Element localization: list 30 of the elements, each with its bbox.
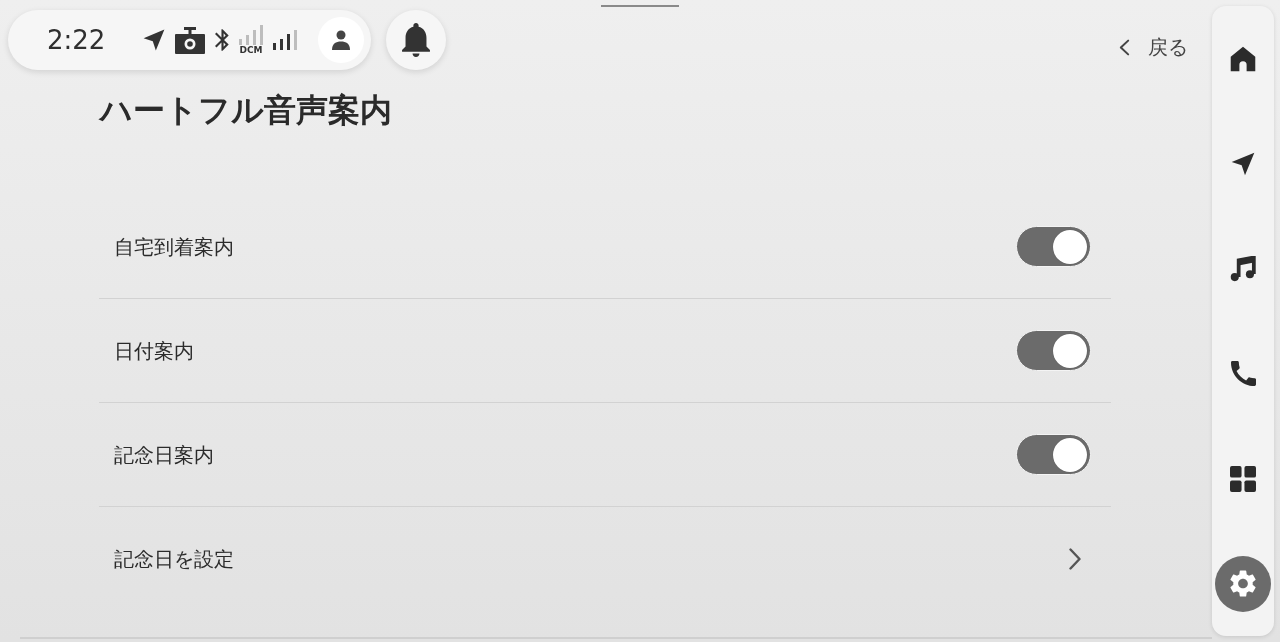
chevron-left-icon xyxy=(1119,38,1130,56)
setting-label: 日付案内 xyxy=(114,337,194,365)
setting-label: 記念日案内 xyxy=(114,441,214,469)
bell-icon xyxy=(402,23,430,57)
chevron-right-icon xyxy=(1069,548,1081,570)
location-arrow-icon xyxy=(143,29,165,51)
setting-label: 自宅到着案内 xyxy=(114,233,234,261)
signal-bars-icon xyxy=(273,30,297,50)
bluetooth-icon xyxy=(215,29,229,51)
navigation-arrow-icon xyxy=(1231,151,1255,176)
network-label: DCM xyxy=(239,45,263,55)
home-icon xyxy=(1230,45,1256,72)
profile-button[interactable] xyxy=(318,17,364,63)
notification-button[interactable] xyxy=(386,10,446,70)
person-icon xyxy=(331,30,351,50)
signal-bars-icon xyxy=(239,25,263,45)
page-title: ハートフル音声案内 xyxy=(100,90,392,131)
back-button[interactable]: 戻る xyxy=(1117,32,1190,62)
phone-icon xyxy=(1230,361,1256,386)
drag-handle[interactable] xyxy=(601,5,679,7)
camera-icon xyxy=(175,26,205,54)
toggle-switch[interactable] xyxy=(1016,434,1091,475)
toggle-switch[interactable] xyxy=(1016,226,1091,267)
clock-time: 2:22 xyxy=(47,23,107,57)
toggle-switch[interactable] xyxy=(1016,330,1091,371)
settings-button[interactable] xyxy=(1215,555,1271,612)
music-note-icon xyxy=(1230,255,1256,282)
grid-icon xyxy=(1230,465,1256,492)
menu-item[interactable]: 記念日を設定 xyxy=(99,519,1111,599)
settings-icon xyxy=(1230,570,1256,597)
